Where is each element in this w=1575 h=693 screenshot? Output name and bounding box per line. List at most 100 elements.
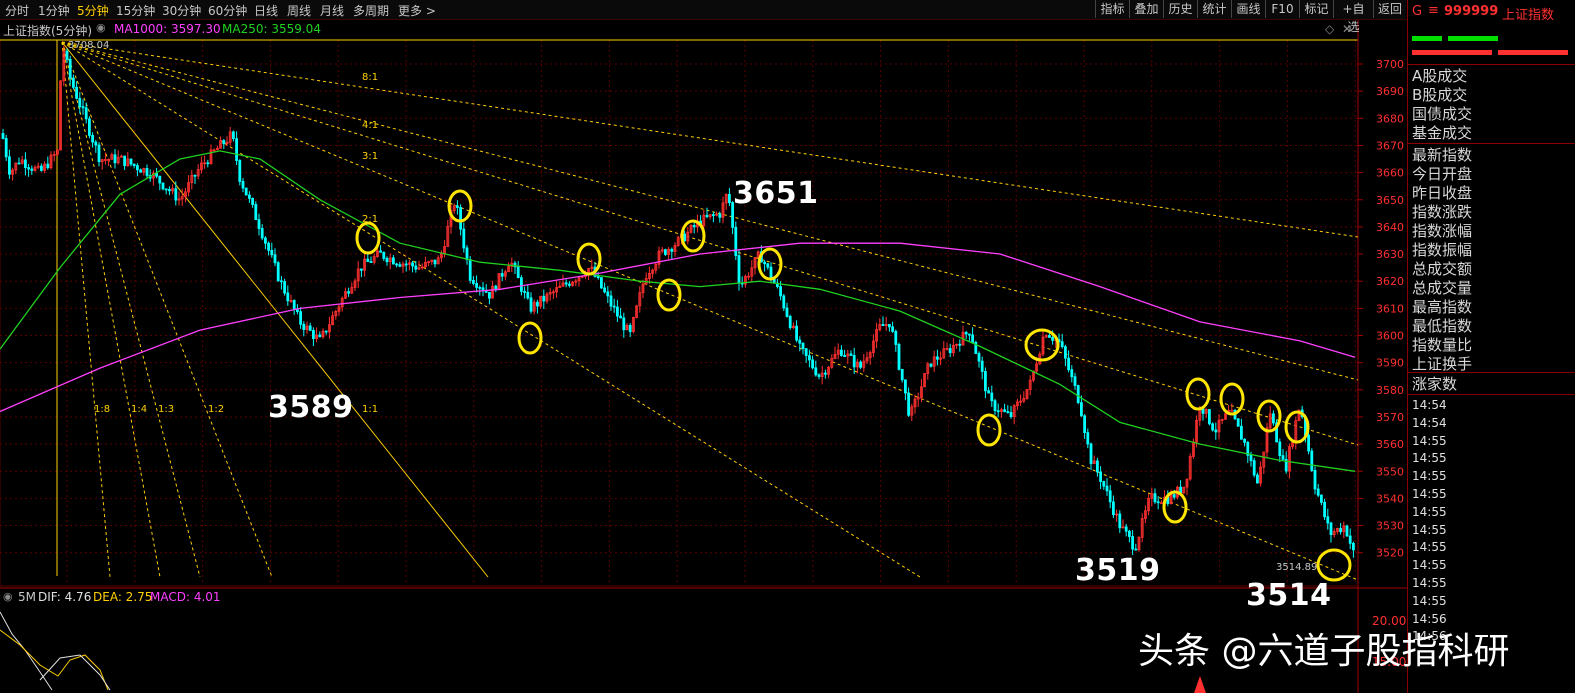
tf-daily[interactable]: 日线 [254,2,278,19]
gann-label: 1:3 [158,404,174,415]
quote-field-label: 国债成交 [1412,105,1473,123]
gann-label: 1:4 [131,404,147,415]
y-tick-label: 3560 [1376,438,1404,451]
high-price-label: 3708.04 [68,40,109,51]
candle-body [164,188,168,191]
candle-body [881,324,885,327]
indicator-button[interactable]: 指标 [1095,0,1129,18]
mark-button[interactable]: 标记 [1299,0,1333,18]
candle-body [65,50,69,60]
y-tick-label: 3690 [1376,85,1404,98]
candle-body [27,167,31,170]
candle-body [1086,432,1090,445]
quote-field-label: 指数涨幅 [1412,222,1473,240]
tick-time: 14:54 [1412,398,1447,412]
tf-1min[interactable]: 1分钟 [38,2,70,19]
candle-body [897,344,901,370]
candle-body [273,254,277,264]
settings-circle-icon[interactable]: ◉ [96,21,106,34]
tf-15min[interactable]: 15分钟 [116,2,155,19]
tf-multi[interactable]: 多周期 [353,2,389,19]
candle-body [904,379,907,394]
candle-body [23,159,27,168]
candle-body [1073,376,1077,386]
back-button[interactable]: 返回 [1373,0,1406,18]
candle-body [1345,525,1349,537]
symbol-label: 上证指数(5分钟) [3,24,92,38]
candle-body [993,400,997,412]
candle-body [487,291,491,299]
candle-body [193,174,197,177]
candle-body [763,261,766,265]
callout-3514: 3514 [1246,578,1332,613]
candle-body [235,138,239,161]
candle-body [167,188,171,192]
tick-time: 14:55 [1412,433,1447,448]
y-tick-label: 3670 [1376,139,1404,152]
macd-dea-label: DEA: 2.75 [93,590,153,604]
statistics-button[interactable]: 统计 [1197,0,1231,18]
candle-body [135,165,139,171]
candle-body [263,237,267,244]
tf-monthly[interactable]: 月线 [320,2,344,19]
gann-label: 1:1 [362,404,378,415]
candle-body [369,261,373,263]
candle-body [1003,409,1006,412]
candle-body [1310,450,1314,471]
candle-body [900,368,904,381]
ma1000-label: MA1000: 3597.30 [114,22,221,36]
candle-body [132,163,136,166]
tf-30min[interactable]: 30分钟 [162,2,201,19]
tf-more[interactable]: 更多 > [398,2,436,19]
menu-icon[interactable]: ≡ [1428,3,1439,18]
macd-settings-icon[interactable]: ◉ [3,590,13,603]
y-tick-label: 3550 [1376,465,1404,478]
candle-body [1339,528,1342,533]
highlight-circle [355,221,381,255]
candle-body [145,168,149,176]
candle-body [712,214,715,216]
candle-body [254,204,258,221]
candle-body [276,262,280,282]
divider [1408,394,1575,395]
candle-body [1316,488,1320,496]
candle-body [1060,341,1064,348]
candle-body [795,325,798,341]
tf-5min[interactable]: 5分钟 [77,2,109,19]
tick-time: 14:55 [1412,540,1447,555]
tf-fenshi[interactable]: 分时 [5,2,29,19]
candle-body [766,263,770,268]
candle-body [1112,501,1115,516]
tf-weekly[interactable]: 周线 [287,2,311,19]
f10-button[interactable]: F10 [1265,0,1299,18]
candle-body [779,286,782,297]
candle-body [603,287,606,293]
tick-time: 14:55 [1412,469,1447,484]
close-icon[interactable]: ✕ [1342,22,1352,36]
diamond-icon[interactable]: ◇ [1325,22,1334,36]
ma250-label: MA250: 3559.04 [222,22,321,36]
add-watchlist-button[interactable]: +自选 [1333,0,1373,34]
draw-line-button[interactable]: 画线 [1231,0,1265,18]
candle-body [1118,513,1122,529]
candle-body [471,279,475,284]
candle-body [564,282,568,285]
quote-panel: G ≡ 999999 上证指数 A股成交 B股成交 国债成交 基金成交 最新指数 今日开盘… [1407,0,1575,693]
tf-60min[interactable]: 60分钟 [208,2,247,19]
plot-frame [0,39,1359,587]
candle-body [1083,415,1086,434]
candle-body [542,295,546,302]
history-button[interactable]: 历史 [1163,0,1197,18]
candle-body [1313,470,1317,490]
tick-time: 14:55 [1412,558,1447,573]
candle-body [1348,535,1352,544]
candle-body [814,367,818,376]
overlay-button[interactable]: 叠加 [1129,0,1163,18]
candle-body [398,264,402,267]
candle-body [270,249,274,256]
candle-body [843,355,846,357]
candle-body [113,154,117,164]
candle-body [129,158,133,165]
highlight-circle [1185,377,1211,411]
candle-body [1236,418,1240,427]
